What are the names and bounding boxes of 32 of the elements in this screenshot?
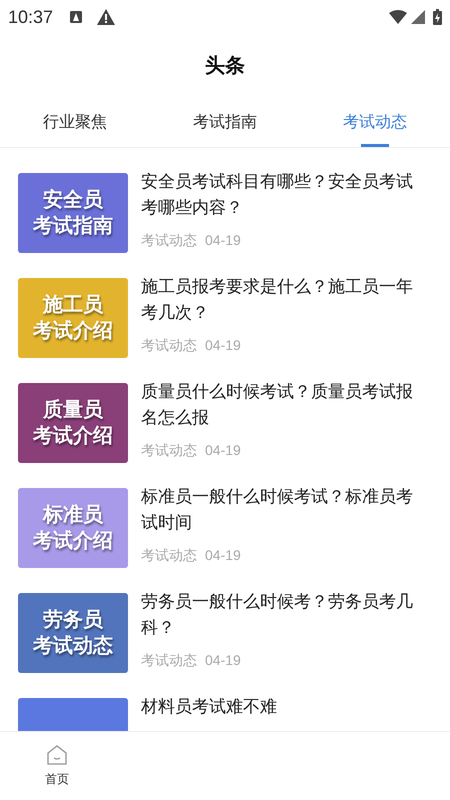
article-category: 考试动态	[141, 651, 197, 670]
article-category: 考试动态	[141, 546, 197, 565]
article-date: 04-19	[205, 336, 241, 355]
article-category: 考试动态	[141, 336, 197, 355]
thumbnail-caption: 施工员	[43, 293, 103, 318]
article-category: 考试动态	[141, 231, 197, 250]
nav-item[interactable]: 首页	[0, 732, 114, 800]
warning-icon	[97, 9, 116, 25]
article-date: 04-19	[205, 651, 241, 670]
article-date: 04-19	[205, 231, 241, 250]
battery-icon	[433, 9, 442, 25]
notification-icon	[69, 10, 84, 24]
thumbnail-caption: 劳务员	[43, 608, 103, 633]
thumbnail-caption: 安全员	[43, 188, 103, 213]
thumbnail-caption: 考试指南	[33, 214, 113, 239]
status-time: 10:37	[8, 6, 54, 28]
signal-icon	[411, 10, 425, 24]
article-date: 04-19	[205, 441, 241, 460]
article-category: 考试动态	[141, 441, 197, 460]
home-icon	[46, 744, 68, 766]
thumbnail-caption: 考试介绍	[33, 529, 113, 554]
tab[interactable]: 行业聚焦	[0, 98, 150, 147]
wifi-icon	[389, 10, 407, 24]
thumbnail-caption: 考试介绍	[33, 424, 113, 449]
thumbnail-caption: 标准员	[43, 503, 103, 528]
thumbnail-caption: 质量员	[43, 398, 103, 423]
thumbnail-caption: 考试动态	[33, 634, 113, 659]
page-title: 头条	[205, 54, 245, 79]
thumbnail-caption: 考试介绍	[33, 319, 113, 344]
tab[interactable]: 考试动态	[300, 98, 450, 147]
article-date: 04-19	[205, 546, 241, 565]
tab[interactable]: 考试指南	[150, 98, 300, 147]
